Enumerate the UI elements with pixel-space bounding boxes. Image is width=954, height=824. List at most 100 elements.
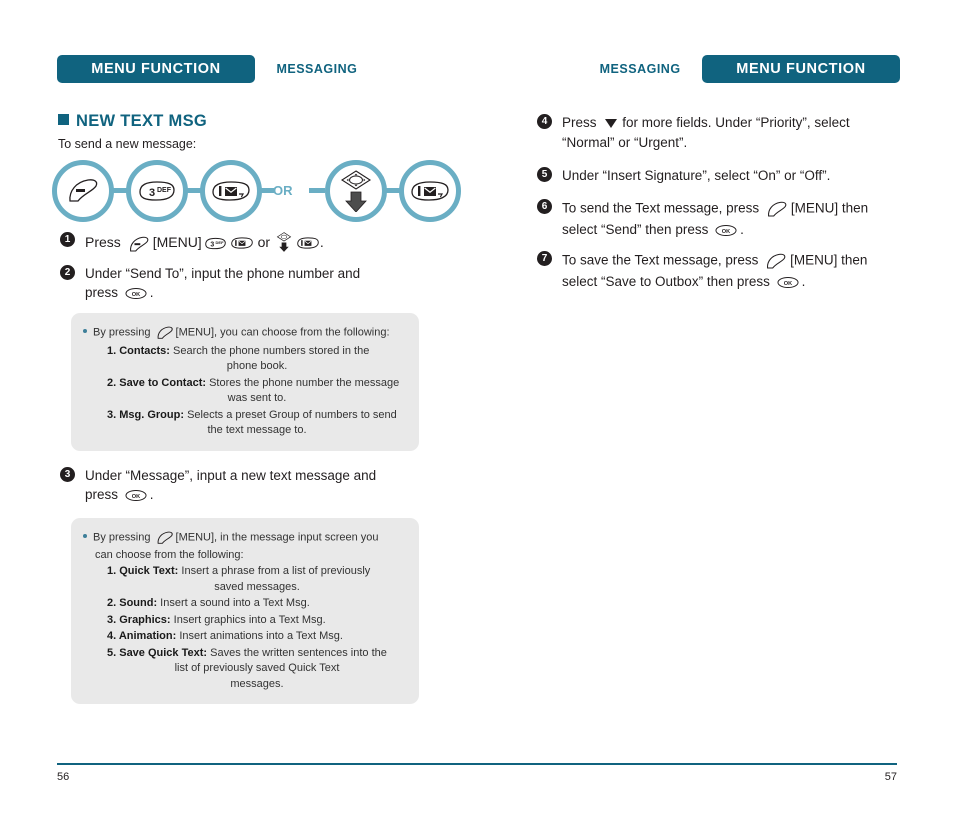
ok-key-icon: OK	[124, 286, 148, 305]
footer-divider	[57, 763, 897, 765]
diagram-key-nav-down	[325, 160, 387, 222]
note2-item-1: 1. Quick Text: Insert a phrase from a li…	[83, 564, 407, 595]
svg-text:3: 3	[210, 241, 214, 248]
svg-text:DEF: DEF	[215, 240, 224, 245]
step-1-text: Press [MENU] 3 DEF or .	[85, 231, 390, 256]
menu-function-pill-right: MENU FUNCTION	[702, 55, 900, 83]
step-number-badge: 5	[537, 167, 552, 182]
note2-item-5-body3: messages.	[230, 677, 284, 690]
note1-intro-pre: By pressing	[93, 326, 151, 339]
note2-item-1-body2: saved messages.	[214, 580, 300, 593]
svg-text:DEF: DEF	[157, 187, 172, 194]
step-2-line2-pre: press	[85, 285, 119, 300]
note2-item-3-body: Insert graphics into a Text Msg.	[173, 613, 326, 626]
menu-function-pill-left: MENU FUNCTION	[57, 55, 255, 83]
step-3-line2-pre: press	[85, 487, 119, 502]
step-number-badge: 3	[60, 467, 75, 482]
step-number-badge: 1	[60, 232, 75, 247]
step-7-line1-post: [MENU] then	[790, 252, 868, 268]
page-title: NEW TEXT MSG	[58, 112, 207, 131]
diagram-or-label: OR	[273, 183, 293, 198]
step-2-line2-post: .	[149, 285, 154, 300]
step-7: 7 To save the Text message, press [MENU]…	[537, 250, 907, 292]
note1-item-3-index: 3. Msg. Group:	[107, 408, 184, 421]
step-number-badge: 6	[537, 199, 552, 214]
page-number-right: 57	[884, 771, 897, 783]
note2-item-1-index: 1. Quick Text:	[107, 565, 179, 577]
note1-item-1: 1. Contacts: Search the phone numbers st…	[83, 344, 407, 375]
note1-item-3: 3. Msg. Group: Selects a preset Group of…	[83, 408, 407, 439]
note1-item-2: 2. Save to Contact: Stores the phone num…	[83, 376, 407, 407]
step-3: 3 Under “Message”, input a new text mess…	[60, 466, 420, 505]
step-6-line1-post: [MENU] then	[790, 200, 869, 216]
step-3-line1: Under “Message”, input a new text messag…	[85, 468, 377, 483]
svg-text:OK: OK	[132, 292, 140, 298]
note2-item-5-index: 5. Save Quick Text:	[107, 646, 208, 659]
note1-item-1-body: Search the phone numbers stored in the	[173, 344, 370, 357]
bullet-dot-icon	[83, 533, 87, 538]
manual-page-spread: MENU FUNCTION MESSAGING MESSAGING MENU F…	[0, 0, 954, 824]
step-2: 2 Under “Send To”, input the phone numbe…	[60, 264, 420, 303]
section-label-right: MESSAGING	[599, 62, 681, 76]
step-4: 4 Press for more fields. Under “Priority…	[537, 113, 897, 152]
note2-item-2-index: 2. Sound:	[107, 597, 158, 609]
send-menu-key-icon	[156, 326, 174, 346]
step-7-line1-pre: To save the Text message, press	[562, 252, 759, 268]
note2-item-5-body: Saves the written sentences into the	[210, 646, 387, 659]
note1-item-1-body2: phone book.	[226, 360, 288, 372]
key-1-message-icon	[411, 181, 449, 201]
note2-intro-line2: can choose from the following:	[95, 548, 244, 561]
note1-item-2-index: 2. Save to Contact:	[107, 376, 207, 389]
step-1-word-or: or	[257, 234, 271, 251]
header-left: MENU FUNCTION MESSAGING	[57, 55, 487, 83]
step-7-line2-post: .	[801, 274, 806, 289]
bullet-dot-icon	[83, 328, 87, 333]
send-menu-key-icon	[156, 531, 174, 551]
step-number-badge: 2	[60, 265, 75, 280]
send-menu-key-icon	[765, 253, 787, 275]
note2-item-5-body2: list of previously saved Quick Text	[174, 662, 340, 674]
step-1-word-press: Press	[85, 234, 121, 251]
step-1-menu-label: [MENU]	[152, 234, 202, 251]
note1-item-2-body2: was sent to.	[227, 392, 287, 404]
svg-text:OK: OK	[132, 494, 140, 500]
step-number-badge: 7	[537, 251, 552, 266]
connector-4	[309, 188, 325, 193]
send-menu-key-icon	[69, 179, 98, 202]
step-number-badge: 4	[537, 114, 552, 129]
note2-intro-post: [MENU], in the message input screen you	[175, 531, 379, 544]
key-3-def-icon: 3 DEF	[204, 236, 227, 255]
nav-pad-down-icon	[340, 170, 372, 212]
note2-item-1-body: Insert a phrase from a list of previousl…	[181, 565, 371, 577]
step-7-text: To save the Text message, press [MENU] t…	[562, 250, 907, 292]
header-right: MESSAGING MENU FUNCTION	[490, 55, 900, 83]
step-4-line1-post: for more fields. Under “Priority”, selec…	[622, 115, 850, 130]
down-arrow-icon	[604, 115, 618, 134]
note2-intro-pre: By pressing	[93, 531, 151, 544]
step-5-text: Under “Insert Signature”, select “On” or…	[562, 168, 831, 183]
svg-text:3: 3	[149, 187, 155, 199]
page-number-left: 56	[57, 771, 70, 783]
key-1-message-icon	[212, 181, 250, 201]
diagram-key-1-message-2	[399, 160, 461, 222]
step-2-line1: Under “Send To”, input the phone number …	[85, 266, 361, 281]
note1-intro: By pressing [MENU], you can choose from …	[83, 323, 407, 343]
page-title-text: NEW TEXT MSG	[76, 112, 208, 130]
ok-key-icon: OK	[124, 488, 148, 507]
key-1-message-icon	[296, 236, 320, 255]
ok-key-icon: OK	[714, 223, 738, 242]
diagram-key-3-def: 3 DEF	[126, 160, 188, 222]
step-4-line1-pre: Press	[562, 115, 597, 130]
step-5: 5 Under “Insert Signature”, select “On” …	[537, 166, 897, 185]
step-4-text: Press for more fields. Under “Priority”,…	[562, 113, 897, 152]
svg-text:OK: OK	[722, 229, 730, 235]
note2-item-4-index: 4. Animation:	[107, 630, 177, 642]
key-3-def-icon: 3 DEF	[139, 181, 175, 201]
note1-intro-post: [MENU], you can choose from the followin…	[175, 326, 390, 339]
step-2-text: Under “Send To”, input the phone number …	[85, 264, 420, 303]
note2-item-5: 5. Save Quick Text: Saves the written se…	[83, 646, 407, 693]
note1-item-1-index: 1. Contacts:	[107, 344, 170, 357]
step-3-text: Under “Message”, input a new text messag…	[85, 466, 420, 505]
square-bullet-icon	[58, 114, 69, 125]
note2-item-4-body: Insert animations into a Text Msg.	[179, 630, 343, 642]
